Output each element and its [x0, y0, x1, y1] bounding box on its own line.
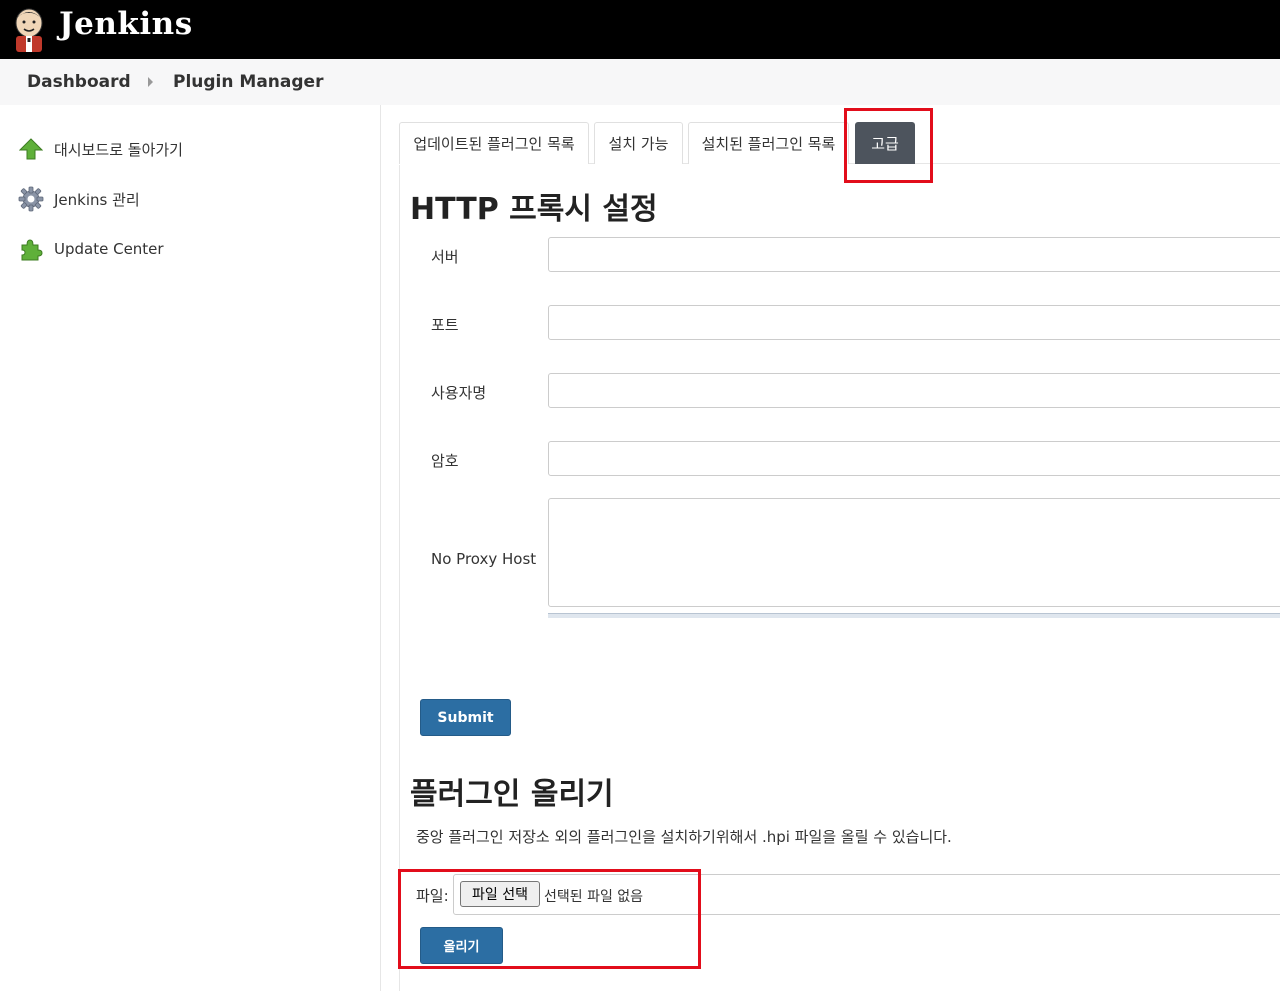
- sidebar-item-back-to-dashboard[interactable]: 대시보드로 돌아가기: [18, 135, 183, 163]
- server-input[interactable]: [548, 237, 1280, 272]
- up-arrow-icon: [18, 136, 44, 162]
- highlight-box-upload: [398, 869, 701, 969]
- submit-button[interactable]: Submit: [420, 699, 511, 736]
- breadcrumb: Dashboard Plugin Manager: [0, 59, 1280, 105]
- gear-icon: [18, 186, 44, 212]
- top-header: Jenkins: [0, 0, 1280, 59]
- sidebar-item-label: Jenkins 관리: [54, 190, 140, 209]
- jenkins-logo-icon[interactable]: [12, 6, 46, 52]
- sidebar: 대시보드로 돌아가기 Jenkins 관리 Update Center: [0, 105, 381, 991]
- username-input[interactable]: [548, 373, 1280, 408]
- password-label: 암호: [431, 452, 459, 470]
- server-label: 서버: [431, 248, 459, 266]
- app-title[interactable]: Jenkins: [59, 6, 193, 42]
- puzzle-icon: [18, 236, 44, 262]
- textarea-resize-handle[interactable]: [548, 613, 1280, 618]
- sidebar-item-update-center[interactable]: Update Center: [18, 235, 164, 263]
- sidebar-item-manage-jenkins[interactable]: Jenkins 관리: [18, 185, 140, 213]
- username-label: 사용자명: [431, 384, 487, 402]
- highlight-box-advanced-tab: [844, 108, 933, 183]
- tab-bar: 업데이트된 플러그인 목록 설치 가능 설치된 플러그인 목록 고급: [399, 122, 1280, 164]
- breadcrumb-chevron-icon[interactable]: [148, 77, 153, 87]
- port-input[interactable]: [548, 305, 1280, 340]
- tab-installed[interactable]: 설치된 플러그인 목록: [688, 122, 849, 164]
- breadcrumb-dashboard[interactable]: Dashboard: [27, 72, 131, 92]
- upload-description: 중앙 플러그인 저장소 외의 플러그인을 설치하기위해서 .hpi 파일을 올릴…: [416, 828, 952, 846]
- password-input[interactable]: [548, 441, 1280, 476]
- sidebar-item-label: Update Center: [54, 240, 164, 258]
- tab-updates[interactable]: 업데이트된 플러그인 목록: [399, 122, 589, 164]
- upload-section-title: 플러그인 올리기: [410, 777, 614, 812]
- port-label: 포트: [431, 316, 459, 334]
- advanced-content: HTTP 프록시 설정 서버 포트 사용자명 암호 No Proxy Host …: [399, 165, 1280, 991]
- tab-available[interactable]: 설치 가능: [594, 122, 683, 164]
- breadcrumb-plugin-manager[interactable]: Plugin Manager: [173, 72, 323, 92]
- main-panel: 업데이트된 플러그인 목록 설치 가능 설치된 플러그인 목록 고급 HTTP …: [399, 105, 1280, 991]
- no-proxy-host-label: No Proxy Host: [431, 550, 537, 568]
- sidebar-item-label: 대시보드로 돌아가기: [54, 140, 183, 159]
- no-proxy-host-textarea[interactable]: [548, 498, 1280, 607]
- proxy-section-title: HTTP 프록시 설정: [410, 192, 658, 227]
